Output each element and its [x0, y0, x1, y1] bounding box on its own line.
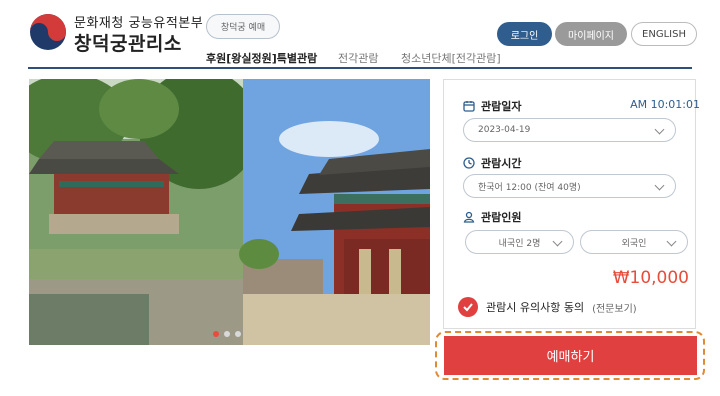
submit-booking-button[interactable]: 예매하기 [444, 336, 697, 375]
booking-panel [443, 79, 696, 329]
date-label: 관람일자 [463, 98, 521, 114]
total-price: ₩10,000 [612, 268, 689, 288]
slider-dot-3[interactable] [235, 331, 241, 337]
site-header: 문화재청 궁능유적본부 창덕궁관리소 창덕궁 예매 후원[왕실정원]특별관람 전… [0, 0, 720, 69]
chevron-down-icon [552, 236, 563, 247]
chevron-down-icon [666, 236, 677, 247]
domestic-select[interactable]: 내국인 2명 [465, 230, 574, 254]
site-name[interactable]: 창덕궁관리소 [74, 29, 182, 56]
reserve-pill-button[interactable]: 창덕궁 예매 [206, 14, 280, 39]
agree-checkbox[interactable] [458, 297, 478, 317]
time-label: 관람시간 [463, 155, 521, 171]
nav-hall-tour[interactable]: 전각관람 [338, 50, 378, 66]
slider-dot-2[interactable] [224, 331, 230, 337]
palace-photo [29, 79, 430, 345]
english-button[interactable]: ENGLISH [631, 22, 697, 46]
time-select[interactable]: 한국어 12:00 (잔여 40명) [463, 174, 676, 198]
time-select-value: 한국어 12:00 (잔여 40명) [478, 182, 581, 193]
slider-dot-1[interactable] [213, 331, 219, 337]
nav-youth-group[interactable]: 청소년단체[전각관람] [401, 50, 501, 66]
date-select-value: 2023-04-19 [478, 125, 531, 135]
clock-icon [463, 157, 475, 169]
people-label-text: 관람인원 [481, 211, 522, 224]
agree-row: 관람시 유의사항 동의 (전문보기) [458, 297, 637, 317]
foreign-select-value: 외국인 [621, 238, 647, 249]
people-label: 관람인원 [463, 209, 521, 225]
chevron-down-icon [654, 124, 665, 135]
person-icon [463, 211, 475, 223]
header-divider [28, 67, 692, 69]
slider-dots [213, 331, 241, 337]
agree-more-link[interactable]: (전문보기) [592, 300, 637, 315]
time-label-text: 관람시간 [481, 157, 522, 170]
date-label-text: 관람일자 [481, 100, 522, 113]
date-select[interactable]: 2023-04-19 [463, 118, 676, 142]
foreign-select[interactable]: 외국인 [580, 230, 688, 254]
mypage-button[interactable]: 마이페이지 [555, 22, 627, 46]
current-time: AM 10:01:01 [630, 98, 700, 111]
taegeuk-logo-icon[interactable] [28, 12, 68, 52]
login-button[interactable]: 로그인 [497, 22, 552, 46]
agree-text: 관람시 유의사항 동의 [486, 301, 585, 314]
chevron-down-icon [654, 180, 665, 191]
nav-special-garden[interactable]: 후원[왕실정원]특별관람 [206, 50, 317, 66]
domestic-select-value: 내국인 2명 [498, 238, 541, 249]
calendar-icon [463, 101, 475, 112]
check-icon [463, 303, 473, 312]
